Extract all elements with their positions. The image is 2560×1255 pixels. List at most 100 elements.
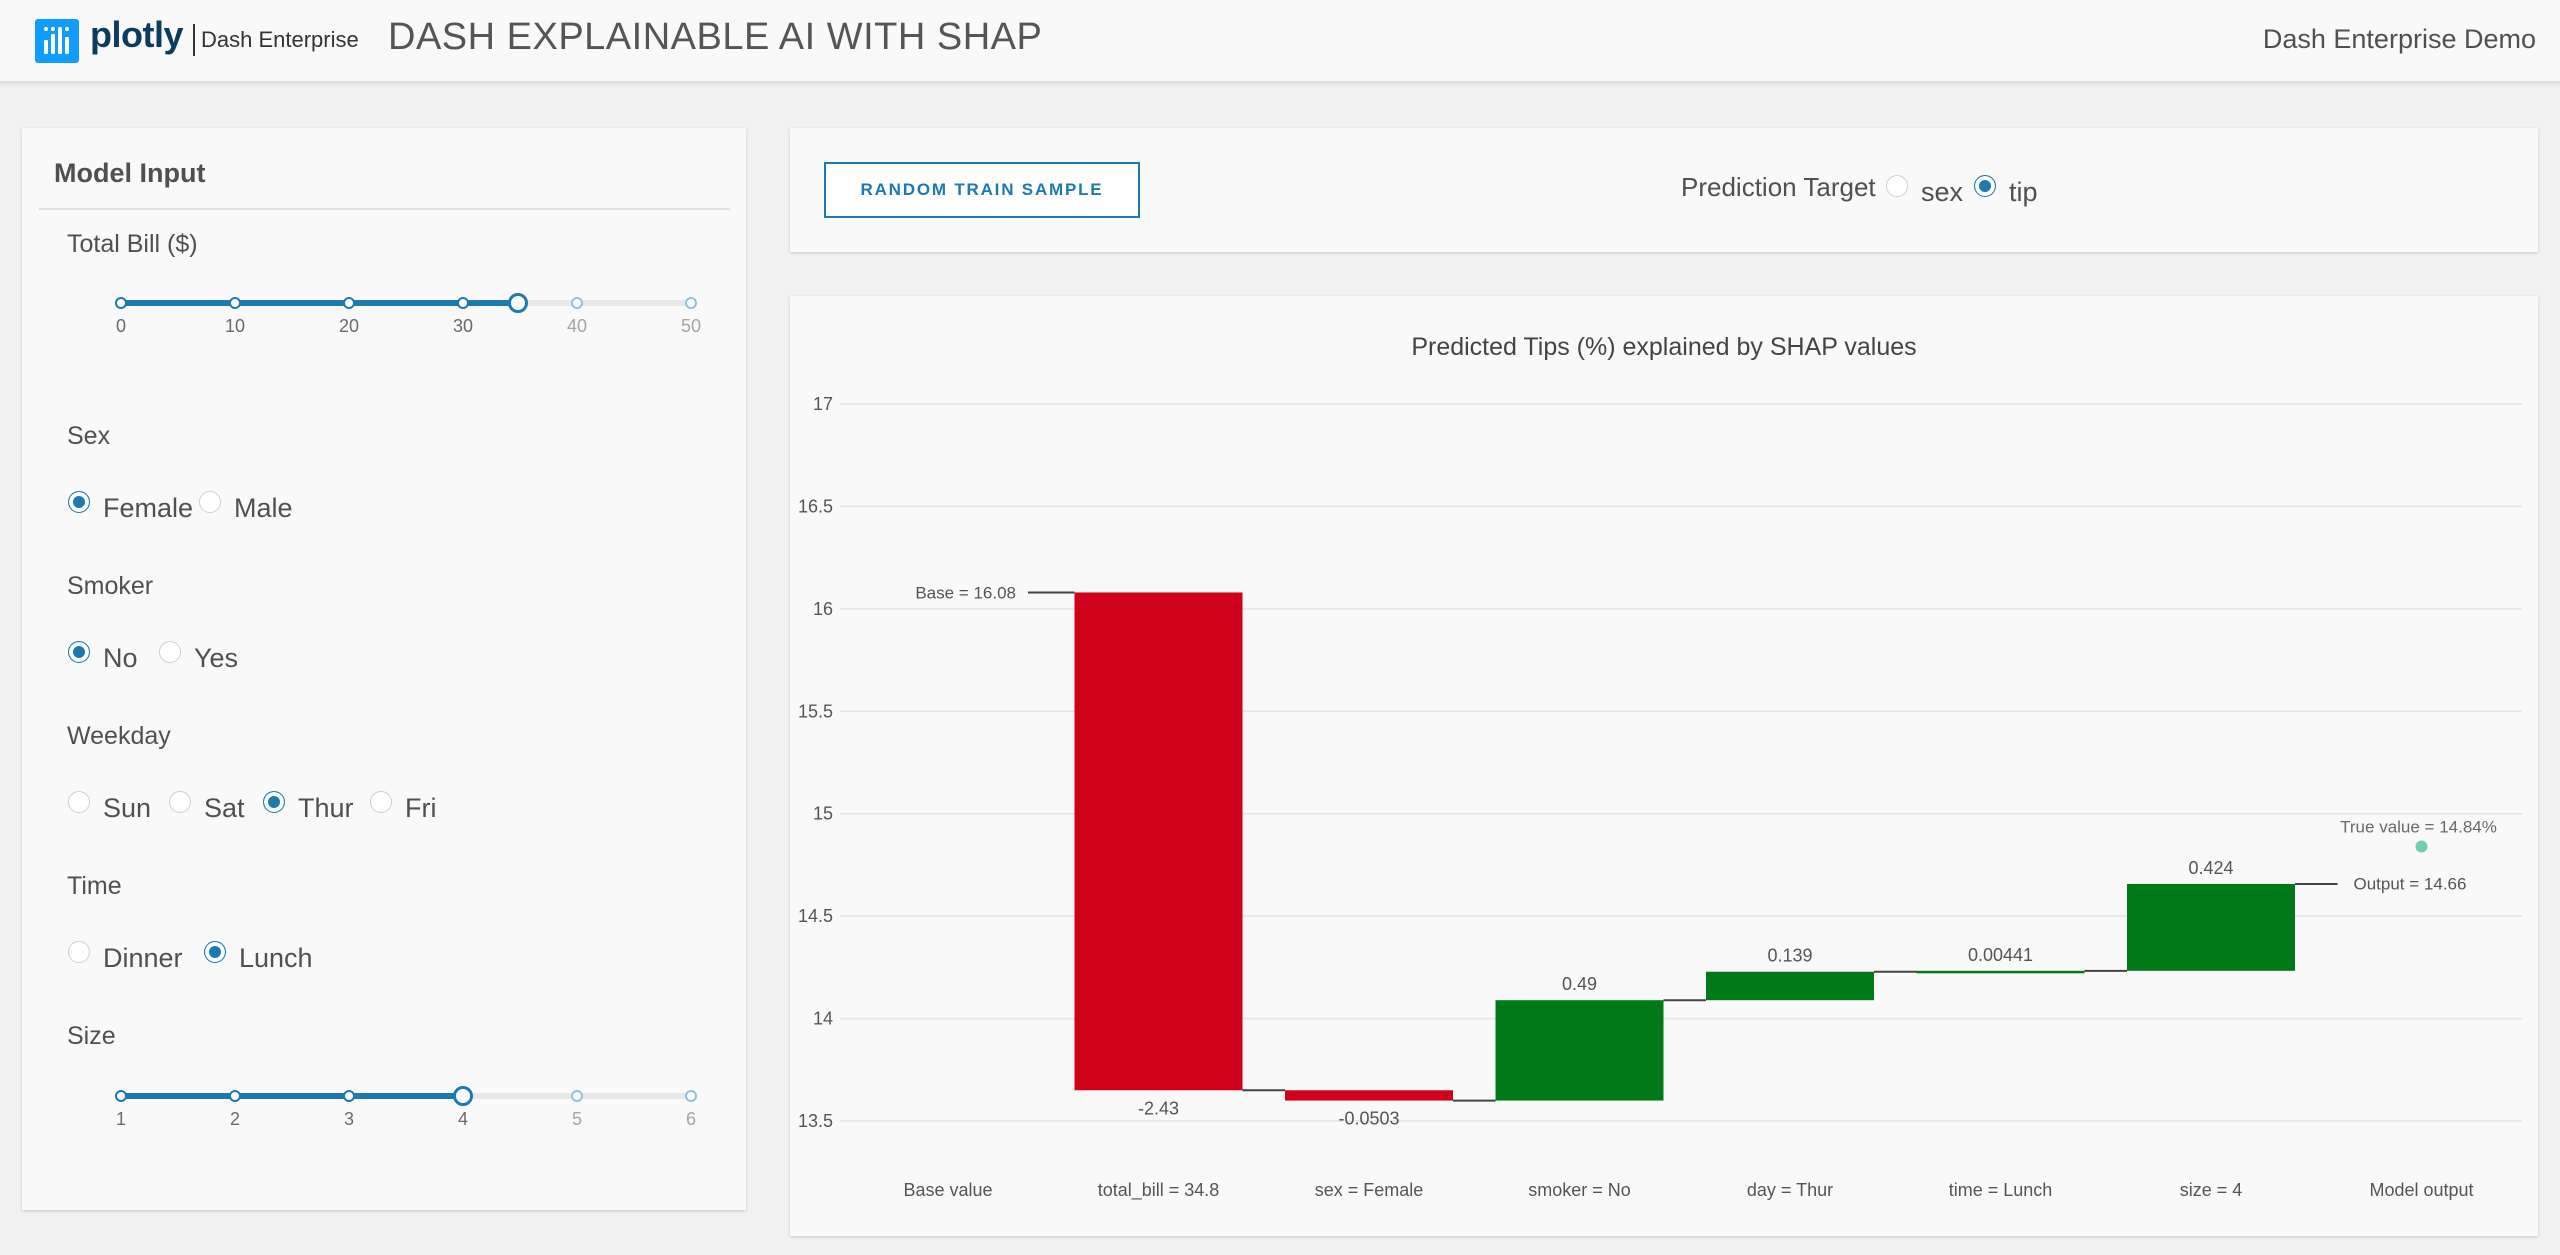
x-tick-label: sex = Female — [1315, 1180, 1424, 1200]
waterfall-bar[interactable] — [1495, 1000, 1664, 1101]
radio-label: Female — [103, 493, 194, 523]
weekday-label: Weekday — [67, 722, 171, 750]
x-tick-label: total_bill = 34.8 — [1098, 1180, 1220, 1201]
radio-circle[interactable] — [68, 941, 90, 963]
slider-mark[interactable] — [685, 1090, 697, 1102]
time-label: Time — [67, 872, 122, 900]
app-header: plotly Dash Enterprise DASH EXPLAINABLE … — [0, 0, 2560, 83]
waterfall-bar[interactable] — [1285, 1090, 1453, 1101]
slider-tick-label: 1 — [115, 1109, 126, 1129]
waterfall-bar[interactable] — [1706, 971, 1874, 1001]
true-value-marker[interactable] — [2415, 840, 2428, 853]
total-bill-label: Total Bill ($) — [67, 230, 198, 258]
random-train-sample-button[interactable]: RANDOM TRAIN SAMPLE — [824, 162, 1140, 218]
bar-value-label: 0.139 — [1767, 946, 1812, 966]
y-tick-label: 16.5 — [798, 496, 833, 516]
slider-tick-label: 10 — [224, 316, 246, 336]
waterfall-bar[interactable] — [1916, 970, 2085, 974]
weekday-option-thur[interactable]: Thur — [263, 791, 377, 825]
logo-dot — [44, 27, 48, 31]
bar-value-label: -0.0503 — [1338, 1109, 1399, 1129]
radio-circle[interactable] — [1886, 175, 1908, 197]
radio-label: Dinner — [103, 943, 183, 973]
sex-option-female[interactable]: Female — [68, 491, 214, 525]
y-tick-label: 13.5 — [798, 1111, 833, 1131]
radio-circle[interactable] — [159, 641, 181, 663]
target-option-tip[interactable]: tip — [1974, 175, 2072, 209]
radio-circle[interactable] — [370, 791, 392, 813]
slider-mark[interactable] — [115, 1090, 127, 1102]
radio-label: sex — [1921, 177, 1964, 207]
waterfall-bar[interactable] — [2127, 883, 2295, 971]
slider-mark[interactable] — [343, 297, 355, 309]
radio-circle[interactable] — [204, 941, 226, 963]
y-tick-label: 14 — [813, 1009, 833, 1029]
slider-mark[interactable] — [457, 297, 469, 309]
radio-circle[interactable] — [68, 491, 90, 513]
plotly-logo-icon[interactable] — [35, 19, 79, 63]
y-tick-label: 15 — [813, 804, 833, 824]
radio-label: Thur — [298, 793, 354, 823]
radio-label: No — [103, 643, 138, 673]
base-value-label: Base = 16.08 — [915, 583, 1016, 602]
logo-dot — [51, 27, 55, 31]
size-slider[interactable]: 1 2 3 4 5 6 — [115, 1085, 697, 1145]
radio-circle[interactable] — [1974, 175, 1996, 197]
slider-mark[interactable] — [229, 1090, 241, 1102]
smoker-label: Smoker — [67, 572, 154, 600]
slider-handle[interactable] — [507, 293, 528, 313]
slider-mark[interactable] — [571, 1090, 583, 1102]
bar-value-label: 0.00441 — [1968, 945, 2033, 965]
weekday-option-fri[interactable]: Fri — [370, 791, 468, 825]
radio-circle[interactable] — [68, 641, 90, 663]
radio-label: Yes — [194, 643, 239, 673]
slider-track[interactable] — [121, 1093, 463, 1099]
logo-dot — [58, 27, 62, 31]
x-tick-label: Model output — [2369, 1180, 2473, 1200]
time-option-dinner[interactable]: Dinner — [68, 941, 214, 975]
panel-divider — [39, 208, 730, 210]
x-tick-label: smoker = No — [1528, 1180, 1631, 1200]
slider-mark[interactable] — [685, 297, 697, 309]
slider-mark[interactable] — [115, 297, 127, 309]
smoker-option-yes[interactable]: Yes — [159, 641, 257, 675]
bar-value-label: -2.43 — [1138, 1098, 1179, 1118]
x-tick-label: time = Lunch — [1949, 1180, 2053, 1200]
logo-bar — [44, 40, 48, 54]
slider-tick-label: 50 — [680, 316, 702, 336]
chart-title: Predicted Tips (%) explained by SHAP val… — [1411, 333, 1916, 361]
total-bill-slider[interactable]: 0 10 20 30 40 50 — [115, 292, 701, 352]
radio-circle[interactable] — [68, 791, 90, 813]
y-tick-label: 14.5 — [798, 906, 833, 926]
radio-label: tip — [2009, 177, 2038, 207]
target-option-sex[interactable]: sex — [1886, 175, 1984, 209]
slider-mark[interactable] — [571, 297, 583, 309]
slider-tick-label: 3 — [343, 1109, 354, 1129]
bar-value-label: 0.424 — [2188, 858, 2233, 878]
weekday-option-sat[interactable]: Sat — [169, 791, 267, 825]
logo-bar — [51, 34, 55, 54]
weekday-option-sun[interactable]: Sun — [68, 791, 166, 825]
demo-label: Dash Enterprise Demo — [2262, 24, 2536, 54]
brand-subtitle: Dash Enterprise — [201, 27, 359, 52]
brand-divider — [193, 24, 195, 56]
slider-tick-label: 40 — [566, 316, 588, 336]
logo-bar — [65, 37, 69, 54]
y-tick-label: 17 — [813, 394, 833, 414]
true-value-label: True value = 14.84% — [2340, 817, 2497, 836]
time-option-lunch[interactable]: Lunch — [204, 941, 334, 975]
slider-handle[interactable] — [453, 1086, 473, 1106]
controls-card: RANDOM TRAIN SAMPLE Prediction Target se… — [790, 128, 2538, 252]
slider-mark[interactable] — [229, 297, 241, 309]
radio-circle[interactable] — [199, 491, 221, 513]
slider-mark[interactable] — [343, 1090, 355, 1102]
radio-circle[interactable] — [263, 791, 285, 813]
smoker-option-no[interactable]: No — [68, 641, 150, 675]
radio-circle[interactable] — [169, 791, 191, 813]
sex-option-male[interactable]: Male — [199, 491, 313, 525]
x-tick-label: size = 4 — [2180, 1180, 2243, 1200]
waterfall-bar[interactable] — [1074, 592, 1243, 1091]
radio-label: Sun — [103, 793, 152, 823]
shap-waterfall-chart: Predicted Tips (%) explained by SHAP val… — [798, 333, 2522, 1201]
x-tick-label: Base value — [903, 1180, 992, 1200]
